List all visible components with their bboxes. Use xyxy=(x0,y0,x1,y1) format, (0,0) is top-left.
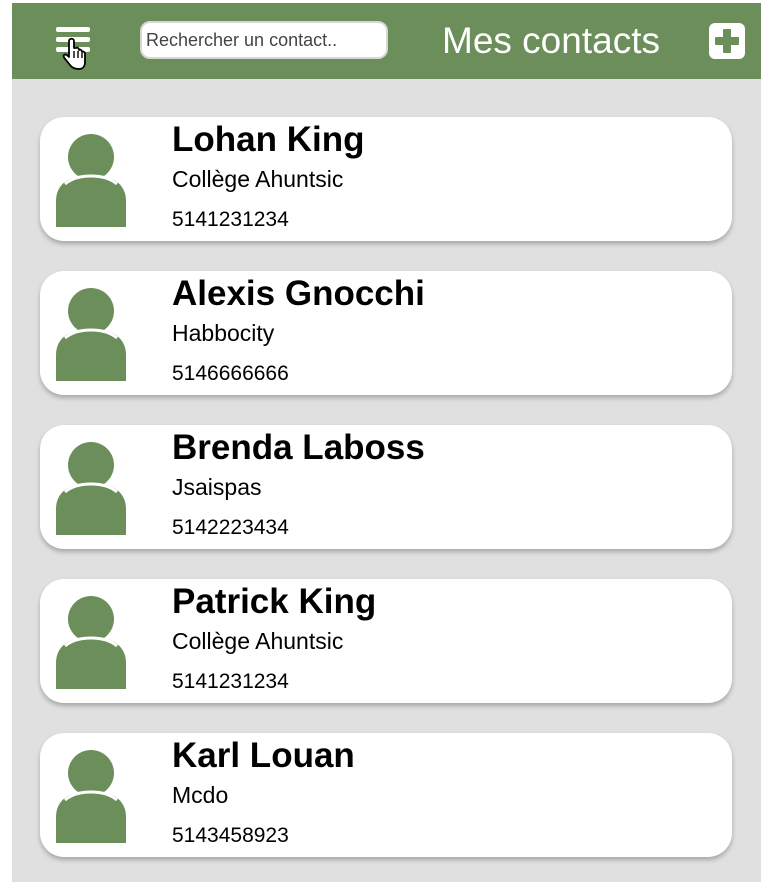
contact-name: Brenda Laboss xyxy=(172,428,425,467)
hamburger-menu-icon xyxy=(56,27,90,70)
contact-company: Collège Ahuntsic xyxy=(172,628,344,654)
contact-card[interactable]: Alexis Gnocchi Habbocity 5146666666 xyxy=(40,271,732,395)
contact-phone: 5141231234 xyxy=(172,208,289,231)
avatar xyxy=(50,749,132,843)
plus-square-icon xyxy=(709,23,745,59)
app-frame: Mes contacts Lohan King Collège Ahuntsic 5… xyxy=(12,3,761,882)
contact-company: Collège Ahuntsic xyxy=(172,166,344,192)
search-input[interactable] xyxy=(140,21,388,59)
user-avatar-icon xyxy=(56,750,126,843)
avatar xyxy=(50,595,132,689)
menu-button[interactable] xyxy=(54,27,92,71)
contact-company: Mcdo xyxy=(172,782,229,808)
avatar xyxy=(50,287,132,381)
contact-list: Lohan King Collège Ahuntsic 5141231234 Alex… xyxy=(40,117,732,882)
user-avatar-icon xyxy=(56,134,126,227)
add-contact-button[interactable] xyxy=(709,23,745,59)
contact-name: Lohan King xyxy=(172,120,365,159)
contact-card[interactable]: Lohan King Collège Ahuntsic 5141231234 xyxy=(40,117,732,241)
user-avatar-icon xyxy=(56,288,126,381)
contact-card[interactable]: Brenda Laboss Jsaispas 5142223434 xyxy=(40,425,732,549)
contact-phone: 5141231234 xyxy=(172,670,289,693)
contact-company: Habbocity xyxy=(172,320,275,346)
page-title: Mes contacts xyxy=(442,20,660,61)
contact-phone: 5142223434 xyxy=(172,516,289,539)
contact-name: Alexis Gnocchi xyxy=(172,274,425,313)
contact-phone: 5143458923 xyxy=(172,824,289,847)
top-bar: Mes contacts xyxy=(12,3,761,79)
contact-phone: 5146666666 xyxy=(172,362,289,385)
user-avatar-icon xyxy=(56,596,126,689)
contact-name: Patrick King xyxy=(172,582,377,621)
contact-company: Jsaispas xyxy=(172,474,262,500)
contact-card[interactable]: Patrick King Collège Ahuntsic 5141231234 xyxy=(40,579,732,703)
avatar xyxy=(50,133,132,227)
user-avatar-icon xyxy=(56,442,126,535)
avatar xyxy=(50,441,132,535)
contact-card[interactable]: Karl Louan Mcdo 5143458923 xyxy=(40,733,732,857)
contact-name: Karl Louan xyxy=(172,736,355,775)
